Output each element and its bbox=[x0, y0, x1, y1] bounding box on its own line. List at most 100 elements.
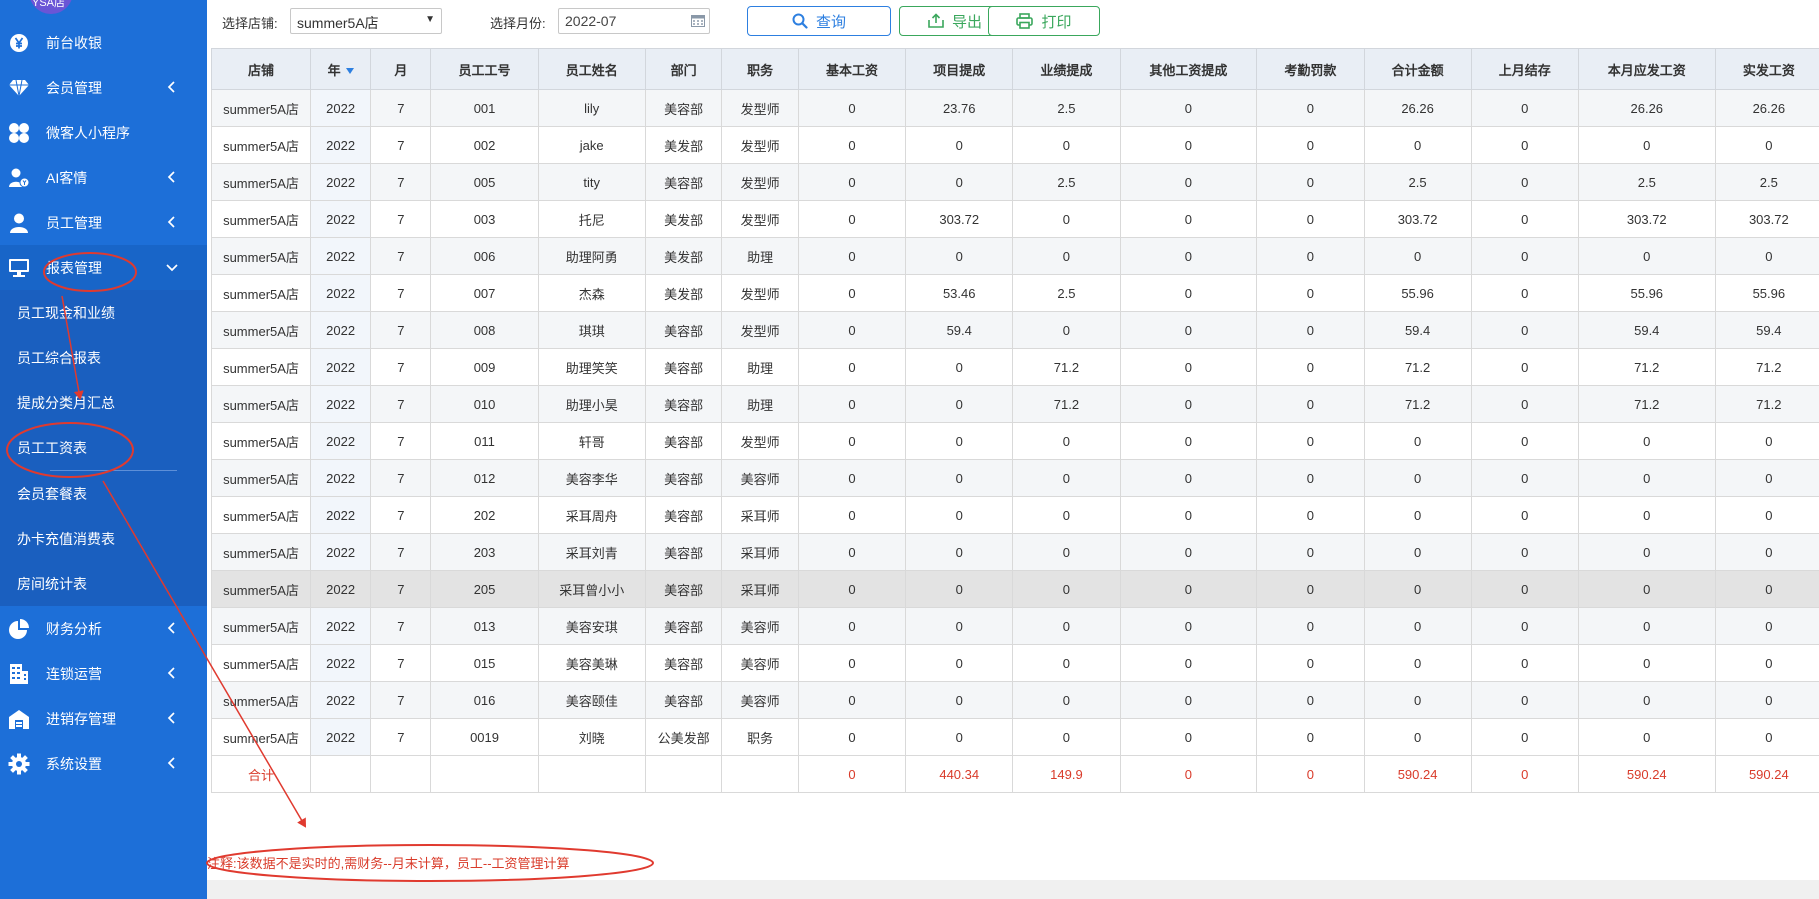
table-cell: 7 bbox=[370, 718, 432, 756]
table-cell: 0 bbox=[1012, 459, 1121, 497]
month-input[interactable]: 2022-07 bbox=[558, 8, 710, 34]
table-row[interactable]: summer5A店 2022 7 007 杰森 美发部 发型师 0 53.46 2.5 0 0 55.9… bbox=[211, 274, 1819, 312]
table-cell: 0 bbox=[797, 533, 907, 571]
table-row[interactable]: summer5A店 2022 7 002 jake 美发部 发型师 0 0 0 0 0 0 0 0 0 bbox=[211, 126, 1819, 164]
sidebar-item-1[interactable]: 前台收银 bbox=[0, 20, 207, 65]
chevron-left-icon[interactable] bbox=[165, 168, 179, 186]
table-row[interactable]: summer5A店 2022 7 005 tity 美容部 发型师 0 0 2.5 0 0 2.5 0 2.… bbox=[211, 163, 1819, 201]
table-cell: 0 bbox=[1012, 644, 1121, 682]
column-header[interactable]: 基本工资 bbox=[797, 48, 907, 90]
column-header[interactable]: 实发工资 bbox=[1714, 48, 1819, 90]
chevron-left-icon[interactable] bbox=[165, 213, 179, 231]
sort-desc-icon[interactable] bbox=[345, 68, 354, 75]
report-submenu-item[interactable]: 员工综合报表 bbox=[0, 335, 207, 380]
report-submenu-item[interactable]: 办卡充值消费表 bbox=[0, 516, 207, 561]
table-row[interactable]: summer5A店 2022 7 011 轩哥 美容部 发型师 0 0 0 0 0 0 0 0 0 bbox=[211, 422, 1819, 460]
table-cell: 2.5 bbox=[1012, 163, 1121, 201]
table-cell: 美容部 bbox=[644, 385, 723, 423]
table-row[interactable]: summer5A店 2022 7 205 采耳曾小小 美容部 采耳师 0 0 0 0 0 0 0 0 0 bbox=[211, 570, 1819, 608]
query-button[interactable]: 查询 bbox=[747, 6, 891, 36]
chevron-left-icon[interactable] bbox=[165, 754, 179, 772]
report-submenu-item[interactable]: 房间统计表 bbox=[0, 561, 207, 606]
calendar-icon[interactable] bbox=[691, 14, 705, 27]
store-select[interactable]: summer5A店 ▼ bbox=[290, 8, 442, 34]
column-header[interactable]: 员工姓名 bbox=[537, 48, 646, 90]
sidebar-item-6[interactable]: 报表管理 bbox=[0, 245, 207, 290]
table-total-row: 合计 0 440.34 149.9 0 0 590.24 0 590.24 590.24 bbox=[211, 755, 1819, 793]
table-cell: 0 bbox=[905, 348, 1014, 386]
column-header[interactable]: 考勤罚款 bbox=[1256, 48, 1365, 90]
table-cell: 发型师 bbox=[721, 422, 799, 460]
table-row[interactable]: summer5A店 2022 7 202 采耳周舟 美容部 采耳师 0 0 0 0 0 0 0 0 0 bbox=[211, 496, 1819, 534]
table-cell: 职务 bbox=[721, 718, 799, 756]
table-row[interactable]: summer5A店 2022 7 001 lily 美容部 发型师 0 23.76 2.5 0 0 26… bbox=[211, 89, 1819, 127]
chevron-left-icon[interactable] bbox=[165, 709, 179, 727]
avatar[interactable]: YSA店 bbox=[29, 0, 73, 14]
report-submenu-item[interactable]: 会员套餐表 bbox=[0, 471, 207, 516]
column-header[interactable]: 部门 bbox=[644, 48, 723, 90]
column-header[interactable]: 月 bbox=[370, 48, 432, 90]
column-header[interactable]: 上月结存 bbox=[1470, 48, 1579, 90]
table-cell: 0 bbox=[1714, 496, 1819, 534]
column-header[interactable]: 职务 bbox=[721, 48, 799, 90]
sidebar-item-4[interactable]: AI客情 bbox=[0, 155, 207, 200]
chevron-left-icon[interactable] bbox=[165, 619, 179, 637]
chevron-left-icon[interactable] bbox=[165, 664, 179, 682]
column-header[interactable]: 项目提成 bbox=[905, 48, 1014, 90]
sidebar-item-2[interactable]: 会员管理 bbox=[0, 65, 207, 110]
sidebar-item-9[interactable]: 进销存管理 bbox=[0, 696, 207, 741]
table-row[interactable]: summer5A店 2022 7 203 采耳刘青 美容部 采耳师 0 0 0 0 0 0 0 0 0 bbox=[211, 533, 1819, 571]
table-cell: 012 bbox=[430, 459, 539, 497]
table-row[interactable]: summer5A店 2022 7 013 美容安琪 美容部 美容师 0 0 0 0 0 0 0 0 0 bbox=[211, 607, 1819, 645]
horizontal-scrollbar[interactable] bbox=[207, 880, 1819, 899]
table-row[interactable]: summer5A店 2022 7 016 美容颐佳 美容部 美容师 0 0 0 0 0 0 0 0 0 bbox=[211, 681, 1819, 719]
table-cell: 0 bbox=[1012, 607, 1121, 645]
print-button[interactable]: 打印 bbox=[988, 6, 1100, 36]
column-header[interactable]: 其他工资提成 bbox=[1119, 48, 1258, 90]
table-cell: 0 bbox=[1119, 274, 1258, 312]
sidebar-item-7[interactable]: 财务分析 bbox=[0, 606, 207, 651]
column-header[interactable]: 业绩提成 bbox=[1012, 48, 1121, 90]
table-cell: 美容师 bbox=[721, 607, 799, 645]
table-row[interactable]: summer5A店 2022 7 015 美容美琳 美容部 美容师 0 0 0 0 0 0 0 0 0 bbox=[211, 644, 1819, 682]
column-header[interactable]: 员工工号 bbox=[430, 48, 539, 90]
table-row[interactable]: summer5A店 2022 7 010 助理小昊 美容部 助理 0 0 71.2 0 0 71.2 0 7… bbox=[211, 385, 1819, 423]
table-cell: 美发部 bbox=[644, 274, 723, 312]
sidebar-item-5[interactable]: 员工管理 bbox=[0, 200, 207, 245]
report-submenu-item[interactable]: 员工工资表 bbox=[0, 425, 207, 470]
chevron-down-icon[interactable] bbox=[165, 258, 179, 276]
table-header-row: 店铺年月员工工号 员工姓名 部门 职务 基本工资 项目提成 业绩提成 其他工资提成 考勤罚款 合计… bbox=[211, 48, 1819, 90]
export-icon bbox=[928, 13, 944, 28]
report-submenu-item[interactable]: 提成分类月汇总 bbox=[0, 380, 207, 425]
sidebar-item-8[interactable]: 连锁运营 bbox=[0, 651, 207, 696]
table-row[interactable]: summer5A店 2022 7 003 托尼 美发部 发型师 0 303.72 0 0 0 303.7… bbox=[211, 200, 1819, 238]
table-cell: summer5A店 bbox=[211, 163, 312, 201]
column-header[interactable]: 本月应发工资 bbox=[1577, 48, 1716, 90]
table-cell: 2022 bbox=[310, 348, 372, 386]
table-row[interactable]: summer5A店 2022 7 0019 刘晓 公美发部 职务 0 0 0 0 0 0 0 0 0 bbox=[211, 718, 1819, 756]
table-cell: 7 bbox=[370, 681, 432, 719]
salary-table-container[interactable]: 店铺年月员工工号 员工姓名 部门 职务 基本工资 项目提成 业绩提成 其他工资提成 考勤罚款 合计… bbox=[211, 48, 1819, 793]
table-cell: summer5A店 bbox=[211, 644, 312, 682]
sidebar-item-label: 报表管理 bbox=[46, 259, 102, 276]
column-header[interactable]: 年 bbox=[310, 48, 372, 90]
table-row[interactable]: summer5A店 2022 7 009 助理笑笑 美容部 助理 0 0 71.2 0 0 71.2 0 7… bbox=[211, 348, 1819, 386]
gear-icon bbox=[8, 753, 30, 775]
table-cell: 美容部 bbox=[644, 570, 723, 608]
sidebar-item-3[interactable]: 微客人小程序 bbox=[0, 110, 207, 155]
chevron-left-icon[interactable] bbox=[165, 78, 179, 96]
table-cell: 0 bbox=[1119, 644, 1258, 682]
table-cell: 0 bbox=[797, 644, 907, 682]
table-cell: 016 bbox=[430, 681, 539, 719]
table-cell: 0 bbox=[1714, 718, 1819, 756]
table-row[interactable]: summer5A店 2022 7 006 助理阿勇 美发部 助理 0 0 0 0 0 0 0 0 0 bbox=[211, 237, 1819, 275]
report-submenu-item[interactable]: 员工现金和业绩 bbox=[0, 290, 207, 335]
table-cell: 7 bbox=[370, 607, 432, 645]
column-header[interactable]: 店铺 bbox=[211, 48, 312, 90]
column-header[interactable]: 合计金额 bbox=[1363, 48, 1472, 90]
table-cell: 0 bbox=[1119, 126, 1258, 164]
table-row[interactable]: summer5A店 2022 7 012 美容李华 美容部 美容师 0 0 0 0 0 0 0 0 0 bbox=[211, 459, 1819, 497]
sidebar-item-10[interactable]: 系统设置 bbox=[0, 741, 207, 786]
table-row[interactable]: summer5A店 2022 7 008 琪琪 美容部 发型师 0 59.4 0 0 0 59.4 0 59… bbox=[211, 311, 1819, 349]
table-cell: 0 bbox=[1577, 496, 1716, 534]
